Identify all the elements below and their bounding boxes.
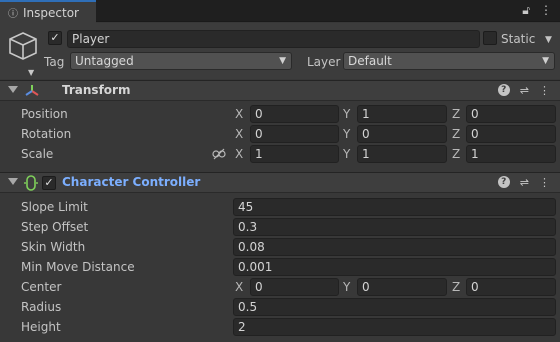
tag-dropdown[interactable]: Untagged ▼ [70,52,292,70]
object-header: ▼ ✓ Player Static ▼ Tag Untagged ▼ Layer… [0,23,560,79]
scale-y-axis[interactable]: Y [343,147,350,161]
transform-axes-icon [25,85,39,96]
scale-x-field[interactable]: 1 [250,145,339,163]
layer-label: Layer [307,55,341,69]
center-x-axis[interactable]: X [235,280,243,294]
static-label: Static [501,32,536,46]
layer-dropdown-arrow-icon: ▼ [542,56,549,66]
tab-strip: ⓘ Inspector 🔓︎ ⋮ [0,0,560,23]
height-label: Height [21,320,61,334]
transform-tools: ? ⇌ ⋮ [497,84,550,97]
info-icon: ⓘ [8,9,18,20]
rotation-z-field[interactable]: 0 [466,125,556,143]
help-icon[interactable]: ? [497,84,510,96]
skin-width-field[interactable]: 0.08 [233,238,556,256]
position-label: Position [21,107,68,121]
center-x-field[interactable]: 0 [250,278,339,296]
transform-title: Transform [62,83,131,97]
min-move-distance-label: Min Move Distance [21,260,135,274]
gameobject-cube-icon[interactable] [6,29,40,63]
scale-x-axis[interactable]: X [235,147,243,161]
rotation-x-field[interactable]: 0 [250,125,339,143]
more-menu-icon[interactable]: ⋮ [540,3,552,18]
center-z-field[interactable]: 0 [466,278,556,296]
transform-header[interactable]: Transform ? ⇌ ⋮ [0,80,560,101]
slope-limit-label: Slope Limit [21,200,88,214]
skin-width-label: Skin Width [21,240,86,254]
rotation-label: Rotation [21,127,72,141]
tag-value: Untagged [75,54,134,68]
context-menu-icon[interactable]: ⋮ [539,84,550,97]
static-dropdown-caret-icon[interactable]: ▼ [545,32,552,48]
context-menu-icon[interactable]: ⋮ [539,176,550,189]
icon-dropdown-caret-icon[interactable]: ▼ [28,68,34,77]
rotation-y-axis[interactable]: Y [343,127,350,141]
help-icon[interactable]: ? [497,176,510,188]
radius-label: Radius [21,300,62,314]
rotation-y-field[interactable]: 0 [357,125,447,143]
scale-z-field[interactable]: 1 [466,145,556,163]
step-offset-field[interactable]: 0.3 [233,218,556,236]
layer-value: Default [348,54,392,68]
position-x-axis[interactable]: X [235,107,243,121]
center-y-field[interactable]: 0 [357,278,447,296]
tag-label: Tag [44,55,65,69]
presets-icon[interactable]: ⇌ [520,84,529,97]
position-z-field[interactable]: 0 [466,105,556,123]
rotation-z-axis[interactable]: Z [452,127,460,141]
position-z-axis[interactable]: Z [452,107,460,121]
constrain-proportions-link-icon[interactable] [212,148,226,160]
scale-y-field[interactable]: 1 [357,145,447,163]
height-field[interactable]: 2 [233,318,556,336]
transform-foldout-icon[interactable] [8,86,18,93]
tab-tools: 🔓︎ ⋮ [522,3,552,18]
step-offset-label: Step Offset [21,220,89,234]
position-y-axis[interactable]: Y [343,107,350,121]
slope-limit-field[interactable]: 45 [233,198,556,216]
position-y-field[interactable]: 1 [357,105,447,123]
center-z-axis[interactable]: Z [452,280,460,294]
character-controller-title[interactable]: Character Controller [62,175,200,189]
tag-dropdown-arrow-icon: ▼ [279,56,286,66]
lock-icon[interactable]: 🔓︎ [522,3,530,18]
tab-inspector[interactable]: ⓘ Inspector [0,0,96,23]
min-move-distance-field[interactable]: 0.001 [233,258,556,276]
layer-dropdown[interactable]: Default ▼ [343,52,555,70]
active-checkbox[interactable]: ✓ [48,31,62,45]
tab-title: Inspector [23,5,79,20]
center-label: Center [21,280,62,294]
static-checkbox[interactable] [483,31,497,45]
character-controller-enabled-checkbox[interactable]: ✓ [42,176,56,190]
character-controller-icon [24,175,38,191]
radius-field[interactable]: 0.5 [233,298,556,316]
character-controller-foldout-icon[interactable] [8,178,18,185]
object-name-field[interactable]: Player [67,30,480,48]
center-y-axis[interactable]: Y [343,280,350,294]
position-x-field[interactable]: 0 [250,105,339,123]
rotation-x-axis[interactable]: X [235,127,243,141]
character-controller-tools: ? ⇌ ⋮ [497,176,550,189]
character-controller-header[interactable]: ✓ Character Controller ? ⇌ ⋮ [0,172,560,193]
scale-label: Scale [21,147,54,161]
presets-icon[interactable]: ⇌ [520,176,529,189]
scale-z-axis[interactable]: Z [452,147,460,161]
